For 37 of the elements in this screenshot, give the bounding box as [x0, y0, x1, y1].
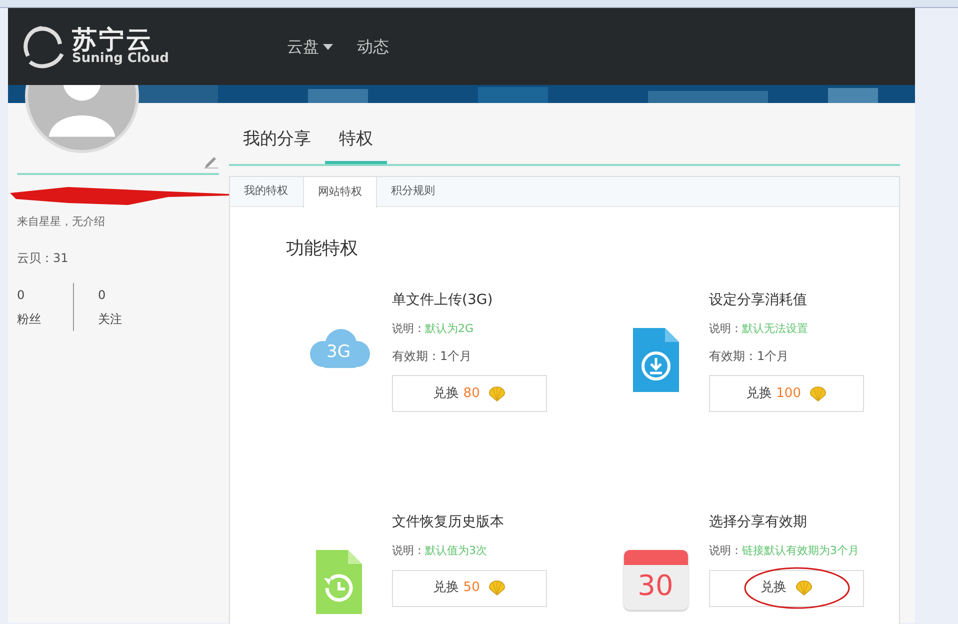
- tab[interactable]: 特权: [325, 121, 387, 164]
- shell-icon: [488, 580, 506, 596]
- shell-icon: [808, 386, 827, 402]
- caret-icon: [322, 44, 333, 50]
- validity-text: 有效期：1个月: [392, 348, 473, 365]
- profile-bio: 来自星星，无介绍: [17, 214, 106, 230]
- privilege-title: 文件恢复历史版本: [392, 513, 505, 532]
- stat-label[interactable]: 关注: [98, 306, 193, 330]
- logo[interactable]: 苏宁云 Suning Cloud: [16, 22, 169, 72]
- privilege-note: 说明：默认无法设置: [709, 320, 809, 336]
- tab[interactable]: 网站特权: [303, 176, 377, 208]
- exchange-button[interactable]: 兑换 80: [392, 375, 547, 412]
- tab[interactable]: 我的分享: [229, 121, 325, 164]
- shell-icon: [794, 580, 812, 596]
- stat-label[interactable]: 粉丝: [17, 306, 73, 330]
- privilege-title: 设定分享消耗值: [709, 290, 808, 310]
- privilege-title: 选择分享有效期: [709, 513, 808, 532]
- privilege-note: 说明：默认值为3次: [392, 543, 488, 559]
- download-file-icon: [630, 328, 680, 394]
- privilege-title: 单文件上传(3G): [392, 290, 494, 310]
- validity-text: 有效期：1个月: [709, 348, 790, 365]
- tab[interactable]: 我的特权: [230, 176, 303, 206]
- tab[interactable]: 积分规则: [377, 176, 450, 206]
- stat-count: 0: [98, 286, 107, 304]
- stat-count: 0: [17, 286, 26, 304]
- exchange-button[interactable]: 兑换: [709, 570, 864, 606]
- coin-balance: 云贝：31: [17, 250, 70, 266]
- nav-link[interactable]: 云盘: [286, 34, 333, 58]
- calendar-icon: 30: [624, 550, 688, 610]
- privilege-note: 说明：链接默认有效期为3个月: [709, 543, 860, 559]
- exchange-button[interactable]: 兑换 100: [709, 375, 864, 412]
- privilege-note: 说明：默认为2G: [392, 320, 475, 336]
- shell-icon: [488, 386, 506, 402]
- exchange-button[interactable]: 兑换 50: [392, 570, 547, 606]
- nav-link[interactable]: 动态: [356, 34, 389, 58]
- history-file-icon: [314, 550, 364, 614]
- section-title: 功能特权: [286, 236, 359, 260]
